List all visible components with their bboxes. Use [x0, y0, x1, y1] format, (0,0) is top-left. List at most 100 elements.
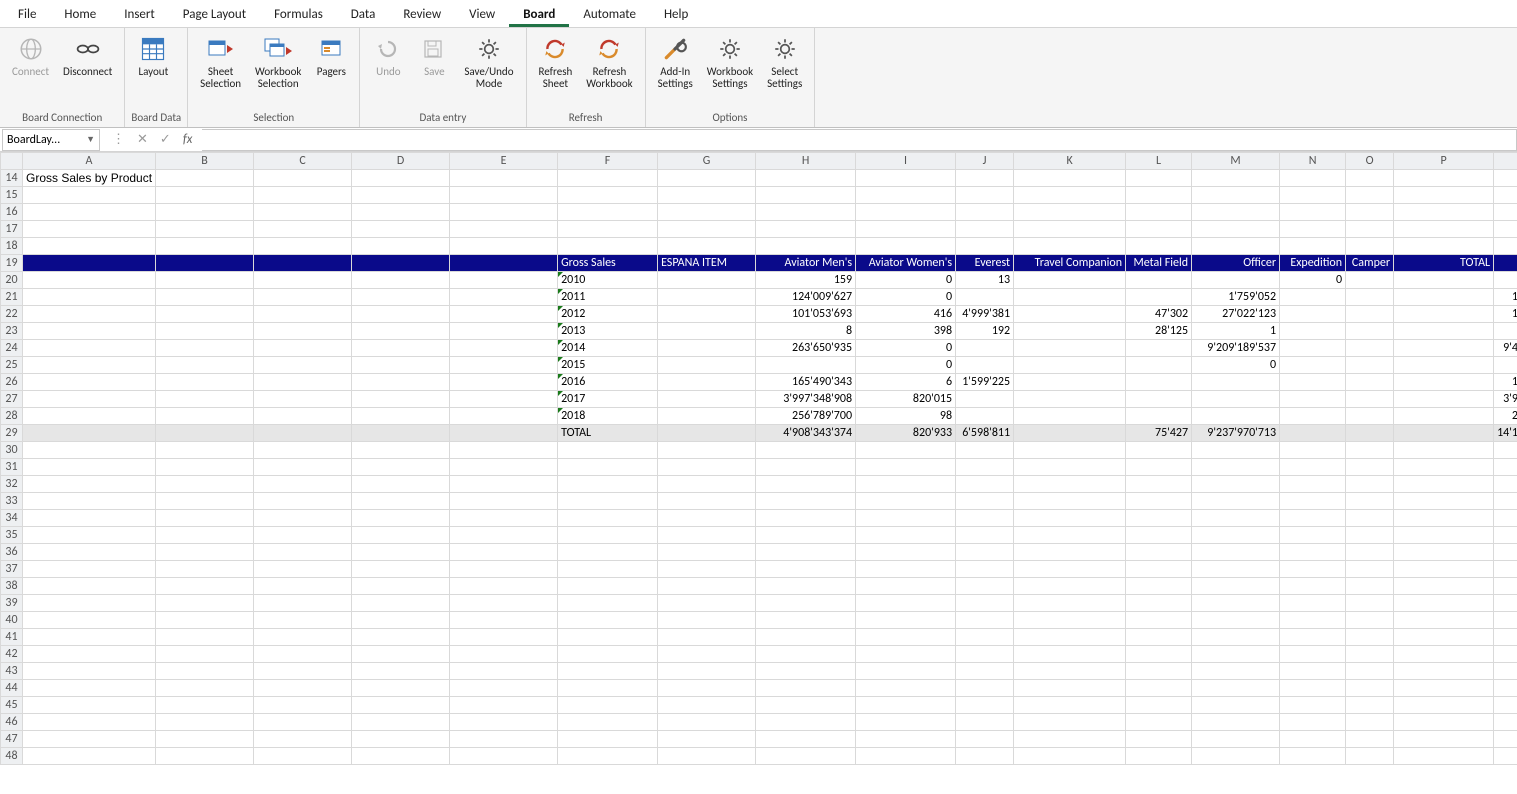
- cell-B34[interactable]: [156, 510, 254, 527]
- cell-K15[interactable]: [1014, 187, 1126, 204]
- cell-P42[interactable]: [1394, 646, 1494, 663]
- row-header-40[interactable]: 40: [1, 612, 23, 629]
- cell-A21[interactable]: [23, 289, 156, 306]
- cell-Q20[interactable]: 172: [1494, 272, 1517, 289]
- cell-N43[interactable]: [1280, 663, 1346, 680]
- cell-G15[interactable]: [658, 187, 756, 204]
- cell-G45[interactable]: [658, 697, 756, 714]
- cell-I39[interactable]: [856, 595, 956, 612]
- cell-M44[interactable]: [1192, 680, 1280, 697]
- cell-E24[interactable]: [450, 340, 558, 357]
- cell-M40[interactable]: [1192, 612, 1280, 629]
- cell-D41[interactable]: [352, 629, 450, 646]
- cell-I34[interactable]: [856, 510, 956, 527]
- cell-O28[interactable]: [1346, 408, 1394, 425]
- cell-F35[interactable]: [558, 527, 658, 544]
- cell-H32[interactable]: [756, 476, 856, 493]
- col-header-H[interactable]: H: [756, 153, 856, 170]
- cell-M46[interactable]: [1192, 714, 1280, 731]
- cell-K23[interactable]: [1014, 323, 1126, 340]
- cell-C36[interactable]: [254, 544, 352, 561]
- cell-D37[interactable]: [352, 561, 450, 578]
- cell-D35[interactable]: [352, 527, 450, 544]
- cell-D17[interactable]: [352, 221, 450, 238]
- fx-icon[interactable]: fx: [183, 132, 193, 147]
- disconnect-button[interactable]: Disconnect: [57, 31, 118, 80]
- cell-P33[interactable]: [1394, 493, 1494, 510]
- cell-Q24[interactable]: 9'472'840'472: [1494, 340, 1517, 357]
- row-header-44[interactable]: 44: [1, 680, 23, 697]
- cell-D42[interactable]: [352, 646, 450, 663]
- cell-H33[interactable]: [756, 493, 856, 510]
- cell-G19[interactable]: ESPANA ITEM: [658, 255, 756, 272]
- cell-P24[interactable]: [1394, 340, 1494, 357]
- cell-G20[interactable]: [658, 272, 756, 289]
- cell-G14[interactable]: [658, 170, 756, 187]
- cell-A27[interactable]: [23, 391, 156, 408]
- cell-D36[interactable]: [352, 544, 450, 561]
- cell-B33[interactable]: [156, 493, 254, 510]
- cell-J38[interactable]: [956, 578, 1014, 595]
- cell-J15[interactable]: [956, 187, 1014, 204]
- workbook-settings-button[interactable]: Workbook Settings: [701, 31, 759, 91]
- cell-G28[interactable]: [658, 408, 756, 425]
- cell-F28[interactable]: 2018: [558, 408, 658, 425]
- cell-J42[interactable]: [956, 646, 1014, 663]
- cell-M43[interactable]: [1192, 663, 1280, 680]
- cell-F27[interactable]: 2017: [558, 391, 658, 408]
- cell-G31[interactable]: [658, 459, 756, 476]
- cell-G35[interactable]: [658, 527, 756, 544]
- cell-K25[interactable]: [1014, 357, 1126, 374]
- cell-B25[interactable]: [156, 357, 254, 374]
- cell-P36[interactable]: [1394, 544, 1494, 561]
- cell-M21[interactable]: 1'759'052: [1192, 289, 1280, 306]
- row-header-26[interactable]: 26: [1, 374, 23, 391]
- col-header-C[interactable]: C: [254, 153, 352, 170]
- cell-C45[interactable]: [254, 697, 352, 714]
- cell-O22[interactable]: [1346, 306, 1394, 323]
- cell-K37[interactable]: [1014, 561, 1126, 578]
- col-header-P[interactable]: P: [1394, 153, 1494, 170]
- cell-J14[interactable]: [956, 170, 1014, 187]
- cell-O37[interactable]: [1346, 561, 1394, 578]
- cell-C47[interactable]: [254, 731, 352, 748]
- cell-A17[interactable]: [23, 221, 156, 238]
- cell-J41[interactable]: [956, 629, 1014, 646]
- cell-O26[interactable]: [1346, 374, 1394, 391]
- cell-M38[interactable]: [1192, 578, 1280, 595]
- cell-K32[interactable]: [1014, 476, 1126, 493]
- cell-A22[interactable]: [23, 306, 156, 323]
- cell-E23[interactable]: [450, 323, 558, 340]
- cell-N42[interactable]: [1280, 646, 1346, 663]
- cell-O20[interactable]: [1346, 272, 1394, 289]
- cell-E15[interactable]: [450, 187, 558, 204]
- cell-F40[interactable]: [558, 612, 658, 629]
- cell-K14[interactable]: [1014, 170, 1126, 187]
- cell-P48[interactable]: [1394, 748, 1494, 765]
- cell-Q41[interactable]: [1494, 629, 1517, 646]
- select-all-corner[interactable]: [1, 153, 23, 170]
- cell-N23[interactable]: [1280, 323, 1346, 340]
- col-header-G[interactable]: G: [658, 153, 756, 170]
- cell-N44[interactable]: [1280, 680, 1346, 697]
- cell-F26[interactable]: 2016: [558, 374, 658, 391]
- cell-P31[interactable]: [1394, 459, 1494, 476]
- cell-N20[interactable]: 0: [1280, 272, 1346, 289]
- cell-A46[interactable]: [23, 714, 156, 731]
- cell-A15[interactable]: [23, 187, 156, 204]
- cell-Q47[interactable]: [1494, 731, 1517, 748]
- cell-B36[interactable]: [156, 544, 254, 561]
- cell-J27[interactable]: [956, 391, 1014, 408]
- cell-A37[interactable]: [23, 561, 156, 578]
- cell-O41[interactable]: [1346, 629, 1394, 646]
- menu-file[interactable]: File: [4, 2, 50, 27]
- menu-automate[interactable]: Automate: [569, 2, 650, 27]
- cell-K34[interactable]: [1014, 510, 1126, 527]
- cell-G40[interactable]: [658, 612, 756, 629]
- cell-C14[interactable]: [254, 170, 352, 187]
- cell-A33[interactable]: [23, 493, 156, 510]
- cell-P29[interactable]: [1394, 425, 1494, 442]
- cell-D45[interactable]: [352, 697, 450, 714]
- cell-J32[interactable]: [956, 476, 1014, 493]
- cell-J39[interactable]: [956, 595, 1014, 612]
